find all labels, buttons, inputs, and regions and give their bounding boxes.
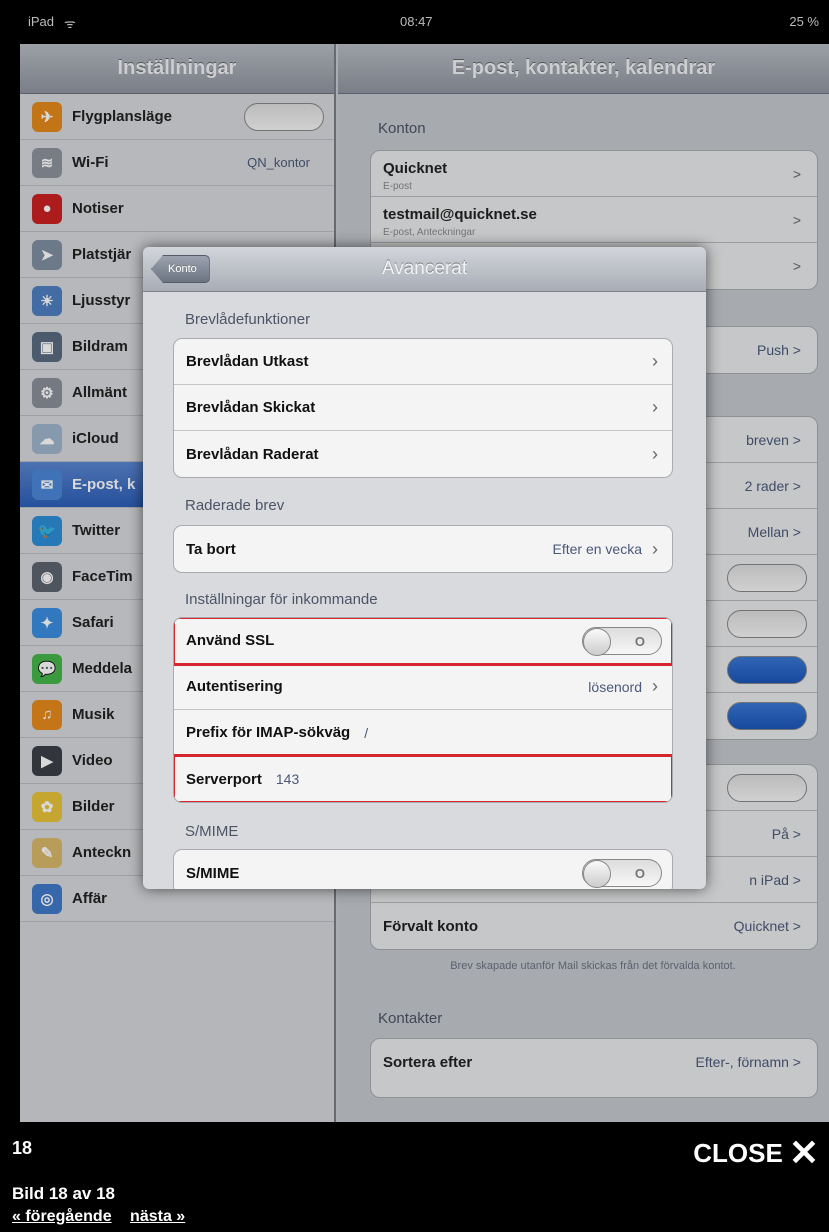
toggle-knob bbox=[583, 860, 611, 888]
next-link[interactable]: nästa » bbox=[130, 1208, 185, 1225]
gallery-footer: 18 CLOSE ✕ Bild 18 av 18 « föregående nä… bbox=[0, 1122, 829, 1232]
section-incoming-settings: Inställningar för inkommande bbox=[185, 591, 378, 608]
previous-link[interactable]: « föregående bbox=[12, 1208, 112, 1225]
deleted-mailbox-row[interactable]: Brevlådan Raderat › bbox=[174, 431, 672, 477]
smime-group: S/MIME O bbox=[173, 849, 673, 889]
section-mailbox-behaviors: Brevlådefunktioner bbox=[185, 311, 311, 328]
chevron-right-icon: › bbox=[652, 538, 658, 559]
use-ssl-row[interactable]: Använd SSL O bbox=[174, 618, 672, 666]
remove-row[interactable]: Ta bort Efter en vecka › bbox=[174, 526, 672, 572]
remove-value: Efter en vecka bbox=[552, 541, 643, 557]
authentication-row[interactable]: Autentisering lösenord › bbox=[174, 664, 672, 710]
modal-title: Avancerat bbox=[381, 258, 468, 279]
advanced-settings-modal: Konto Avancerat Brevlådefunktioner Brevl… bbox=[143, 247, 706, 889]
toggle-knob bbox=[583, 628, 611, 656]
drafts-mailbox-row[interactable]: Brevlådan Utkast › bbox=[174, 339, 672, 385]
mailbox-group: Brevlådan Utkast › Brevlådan Skickat › Bre… bbox=[173, 338, 673, 478]
gallery-nav: « föregående nästa » bbox=[12, 1208, 199, 1226]
chevron-right-icon: › bbox=[652, 443, 658, 464]
incoming-group: Använd SSL O Autentisering lösenord › Pr… bbox=[173, 617, 673, 803]
smime-toggle[interactable]: O bbox=[582, 859, 662, 888]
close-label: CLOSE bbox=[693, 1137, 783, 1168]
chevron-right-icon: › bbox=[652, 397, 658, 417]
close-button[interactable]: CLOSE ✕ bbox=[693, 1132, 819, 1174]
section-deleted-messages: Raderade brev bbox=[185, 497, 285, 514]
slide-number: 18 bbox=[12, 1138, 33, 1158]
auth-value: lösenord bbox=[588, 678, 642, 695]
close-icon: ✕ bbox=[788, 1132, 819, 1173]
smime-row[interactable]: S/MIME O bbox=[174, 850, 672, 889]
chevron-right-icon: › bbox=[652, 676, 658, 696]
imap-prefix-row[interactable]: Prefix för IMAP-sökväg / bbox=[174, 710, 672, 756]
server-port-row[interactable]: Serverport 143 bbox=[174, 754, 672, 802]
section-smime: S/MIME bbox=[185, 823, 239, 840]
deleted-group: Ta bort Efter en vecka › bbox=[173, 525, 673, 573]
back-button[interactable]: Konto bbox=[151, 255, 210, 283]
modal-navbar: Konto Avancerat bbox=[143, 247, 706, 292]
sent-mailbox-row[interactable]: Brevlådan Skickat › bbox=[174, 385, 672, 431]
ssl-toggle[interactable]: O bbox=[582, 627, 662, 656]
chevron-right-icon: › bbox=[652, 351, 658, 371]
server-port-field[interactable]: 143 bbox=[276, 771, 299, 787]
slide-caption: Bild 18 av 18 bbox=[12, 1184, 116, 1203]
imap-prefix-field[interactable]: / bbox=[364, 725, 368, 741]
